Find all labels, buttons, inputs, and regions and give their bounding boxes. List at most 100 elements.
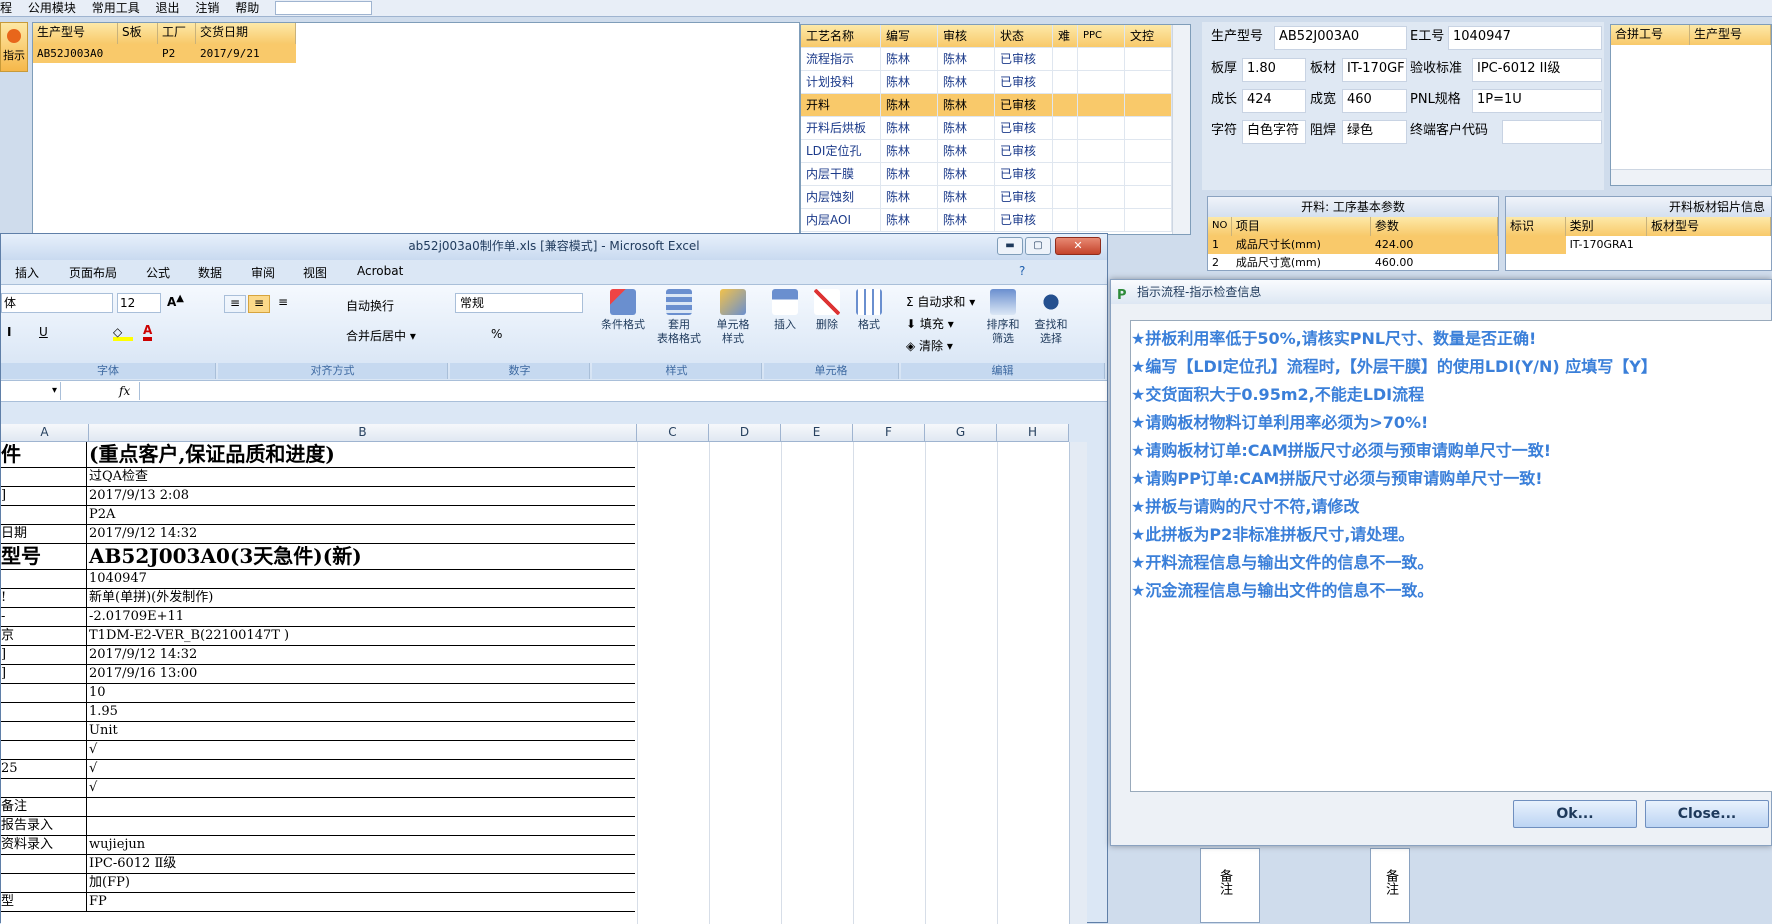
- sheet-row[interactable]: 京 T1DM-E2-VER_B(22100147T ): [1, 627, 635, 646]
- column-header-a[interactable]: A: [1, 424, 89, 442]
- sheet-row[interactable]: ] 2017/9/12 14:32: [1, 646, 635, 665]
- sheet-row[interactable]: 25 √: [1, 760, 635, 779]
- col-no[interactable]: NO: [1208, 217, 1232, 236]
- table-row[interactable]: LDI定位孔 陈林 陈林 已审核: [801, 140, 1190, 163]
- vertical-scrollbar[interactable]: [1069, 442, 1087, 924]
- col-status[interactable]: 状态: [995, 25, 1053, 47]
- field-model[interactable]: AB52J003A0: [1274, 26, 1407, 50]
- sheet-row[interactable]: ] 2017/9/16 13:00: [1, 665, 635, 684]
- help-icon[interactable]: ?: [1019, 264, 1025, 278]
- sheet-row[interactable]: √: [1, 741, 635, 760]
- menu-combo[interactable]: [275, 1, 373, 15]
- sheet-row[interactable]: 过QA检查: [1, 468, 635, 487]
- col-date[interactable]: 交货日期: [196, 23, 296, 44]
- tab-formula[interactable]: 公式: [146, 264, 170, 281]
- table-row[interactable]: 流程指示 陈林 陈林 已审核: [801, 48, 1190, 71]
- align-top-icon[interactable]: ≡: [224, 295, 246, 313]
- table-row[interactable]: 计划投料 陈林 陈林 已审核: [801, 71, 1190, 94]
- sheet-row[interactable]: - -2.01709E+11: [1, 608, 635, 627]
- menu-item-public[interactable]: 公用模块: [28, 0, 76, 16]
- cell-style-button[interactable]: 单元格 样式: [707, 289, 759, 346]
- fill-color-button[interactable]: ◇: [113, 325, 133, 341]
- col-param[interactable]: 参数: [1370, 217, 1498, 236]
- sheet-row[interactable]: 加(FP): [1, 874, 635, 893]
- column-header-b[interactable]: B: [89, 424, 637, 442]
- clear-button[interactable]: ◈ 清除 ▾: [906, 337, 953, 354]
- table-row[interactable]: 开料 陈林 陈林 已审核: [801, 94, 1190, 117]
- table-row[interactable]: 1 成品尺寸长(mm) 424.00: [1208, 236, 1498, 254]
- table-row[interactable]: 内层AOI 陈林 陈林 已审核: [801, 209, 1190, 232]
- delete-cells-button[interactable]: 删除: [807, 289, 847, 332]
- col-author[interactable]: 编写: [881, 25, 938, 47]
- col-sheet-model[interactable]: 板材型号: [1646, 217, 1771, 236]
- field-standard[interactable]: IPC-6012 II级: [1472, 58, 1602, 82]
- column-header-h[interactable]: H: [997, 424, 1069, 442]
- col-merge-no[interactable]: 合拼工号: [1611, 25, 1691, 45]
- sheet-row[interactable]: 1.95: [1, 703, 635, 722]
- menu-item-0[interactable]: 程: [0, 0, 12, 16]
- field-mask[interactable]: 绿色: [1342, 120, 1407, 144]
- col-ppc[interactable]: PPC: [1078, 25, 1125, 47]
- format-cells-button[interactable]: 格式: [849, 289, 889, 332]
- bold-button[interactable]: I: [7, 325, 11, 339]
- menu-item-exit[interactable]: 退出: [156, 0, 180, 16]
- sheet-row[interactable]: Unit: [1, 722, 635, 741]
- field-customer[interactable]: [1502, 120, 1602, 144]
- field-pnl[interactable]: 1P=1U: [1472, 89, 1602, 113]
- number-format-select[interactable]: 常规: [455, 293, 583, 313]
- col-difficulty[interactable]: 难: [1053, 25, 1078, 47]
- find-select-button[interactable]: 查找和 选择: [1027, 289, 1075, 346]
- sheet-row[interactable]: 1040947: [1, 570, 635, 589]
- table-row[interactable]: 开料后烘板 陈林 陈林 已审核: [801, 117, 1190, 140]
- name-box[interactable]: ▾: [1, 382, 61, 400]
- minimize-button[interactable]: ▬: [997, 237, 1023, 255]
- table-row[interactable]: AB52J003A0 P2 2017/9/21: [33, 44, 296, 63]
- tab-acrobat[interactable]: Acrobat: [357, 264, 403, 278]
- table-row[interactable]: 2 成品尺寸宽(mm) 460.00: [1208, 254, 1498, 270]
- font-color-button[interactable]: A: [143, 323, 153, 341]
- align-bottom-icon[interactable]: ≡: [272, 295, 294, 313]
- sort-filter-button[interactable]: 排序和 筛选: [979, 289, 1027, 346]
- align-middle-icon[interactable]: ≡: [248, 295, 270, 313]
- sheet-row[interactable]: 型 FP: [1, 893, 635, 912]
- field-legend[interactable]: 白色字符: [1242, 120, 1306, 144]
- tab-review[interactable]: 审阅: [251, 264, 275, 281]
- table-format-button[interactable]: 套用 表格格式: [653, 289, 705, 346]
- menu-item-help[interactable]: 帮助: [235, 0, 259, 16]
- column-header-c[interactable]: C: [637, 424, 709, 442]
- sheet-row[interactable]: P2A: [1, 506, 635, 525]
- font-name-select[interactable]: 体: [1, 293, 113, 313]
- field-length[interactable]: 424: [1242, 89, 1306, 113]
- sheet-row[interactable]: 日期 2017/9/12 14:32: [1, 525, 635, 544]
- col-flag[interactable]: 标识: [1506, 217, 1566, 236]
- worksheet[interactable]: 件 (重点客户,保证品质和进度) 过QA检查] 2017/9/13 2:08 P2A 日期…: [1, 442, 1087, 924]
- table-row[interactable]: IT-170GRA1: [1506, 236, 1771, 254]
- col-doc[interactable]: 文控: [1125, 25, 1172, 47]
- sheet-row[interactable]: √: [1, 779, 635, 798]
- grow-font-button[interactable]: A▲: [167, 293, 184, 309]
- close-button[interactable]: ✕: [1055, 237, 1101, 255]
- ok-button[interactable]: Ok...: [1513, 800, 1637, 828]
- tab-layout[interactable]: 页面布局: [69, 264, 117, 281]
- percent-button[interactable]: %: [491, 327, 502, 341]
- fx-icon[interactable]: fx: [119, 382, 130, 400]
- sheet-row[interactable]: 型号 AB52J003A0(3天急件)(新): [1, 544, 635, 570]
- tab-view[interactable]: 视图: [303, 264, 327, 281]
- sheet-row[interactable]: 资料录入 wujiejun: [1, 836, 635, 855]
- menu-item-logout[interactable]: 注销: [195, 0, 219, 16]
- merge-hscroll[interactable]: [1611, 169, 1771, 185]
- table-row[interactable]: 内层干膜 陈林 陈林 已审核: [801, 163, 1190, 186]
- underline-button[interactable]: U: [39, 325, 48, 339]
- sheet-row[interactable]: 备注: [1, 798, 635, 817]
- insert-cells-button[interactable]: 插入: [765, 289, 805, 332]
- col-merge-model[interactable]: 生产型号: [1690, 25, 1771, 45]
- column-header-e[interactable]: E: [781, 424, 853, 442]
- maximize-button[interactable]: ▢: [1025, 237, 1051, 255]
- sheet-row[interactable]: IPC-6012 Ⅱ级: [1, 855, 635, 874]
- sheet-row[interactable]: ! 新单(单拼)(外发制作): [1, 589, 635, 608]
- close-dialog-button[interactable]: Close...: [1645, 800, 1769, 828]
- col-s[interactable]: S板: [118, 23, 158, 44]
- field-width[interactable]: 460: [1342, 89, 1407, 113]
- field-eno[interactable]: 1040947: [1448, 26, 1602, 50]
- font-size-select[interactable]: 12: [117, 293, 161, 313]
